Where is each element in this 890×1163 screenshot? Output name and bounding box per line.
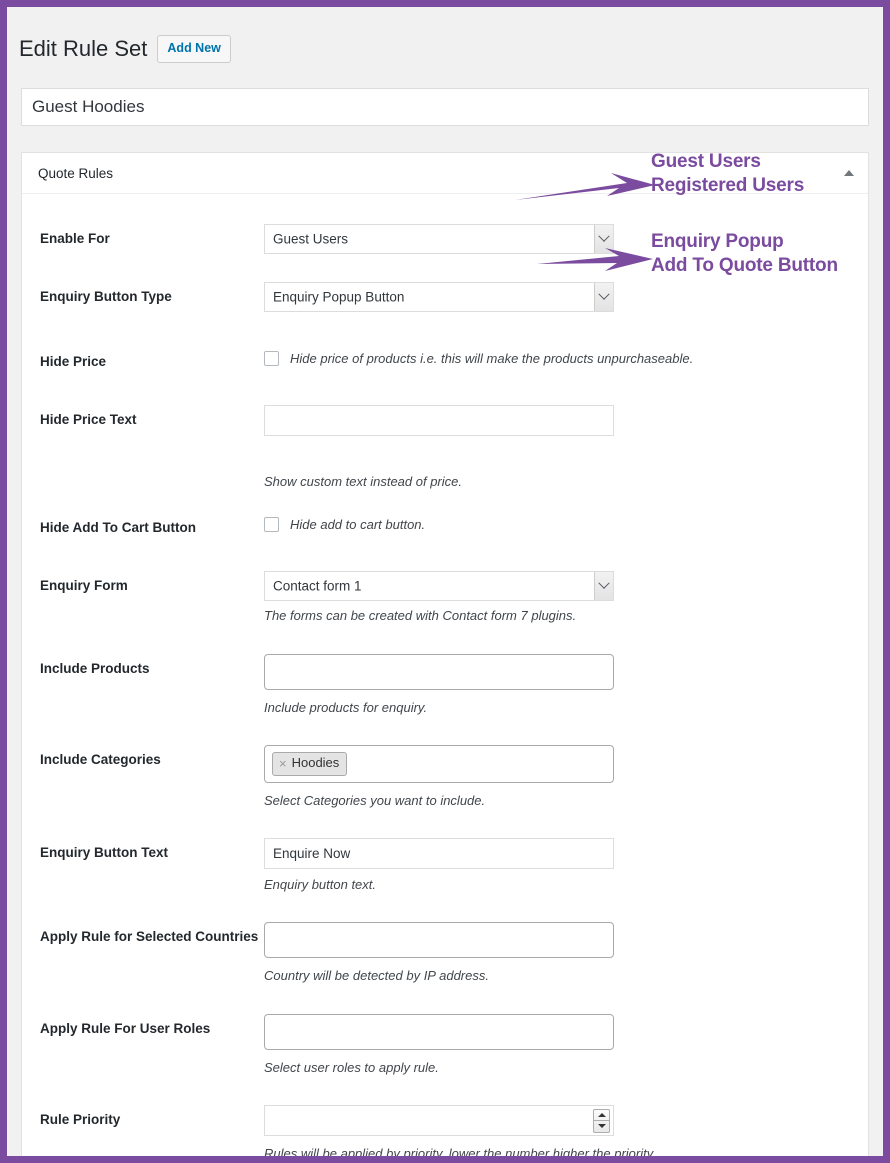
field-row-enable-for: Enable For Guest Users [22, 202, 868, 255]
chevron-down-icon[interactable] [594, 572, 613, 601]
token-field-include-categories[interactable]: × Hoodies [264, 745, 614, 784]
field-row-enquiry-button-text: Enquiry Button Text Enquiry button text. [22, 811, 868, 895]
checkbox-label-hide-add-to-cart: Hide add to cart button. [290, 517, 426, 533]
metabox-title: Quote Rules [38, 165, 114, 181]
page-header: Edit Rule Set Add New [7, 7, 883, 84]
checkbox-label-hide-price: Hide price of products i.e. this will ma… [290, 351, 694, 367]
label-hide-price-text: Hide Price Text [40, 411, 137, 427]
chevron-down-icon[interactable] [594, 225, 613, 254]
control-hide-price: Hide price of products i.e. this will ma… [264, 347, 850, 367]
rule-set-title-input[interactable] [21, 88, 869, 127]
select-enquiry-button-type[interactable]: Enquiry Popup Button [264, 282, 614, 313]
select-enable-for[interactable]: Guest Users [264, 224, 614, 255]
field-row-include-products: Include Products Include products for en… [22, 626, 868, 718]
field-row-enquiry-form: Enquiry Form Contact form 1 The forms ca… [22, 539, 868, 626]
control-countries: Country will be detected by IP address. [264, 922, 850, 986]
label-countries: Apply Rule for Selected Countries [40, 929, 259, 945]
control-enquiry-button-text: Enquiry button text. [264, 837, 850, 895]
label-hide-add-to-cart: Hide Add To Cart Button [40, 520, 196, 536]
select-enquiry-button-type-value: Enquiry Popup Button [273, 289, 405, 305]
select-enquiry-form-value: Contact form 1 [273, 578, 362, 594]
add-new-button[interactable]: Add New [157, 35, 231, 63]
select-enquiry-form[interactable]: Contact form 1 [264, 571, 614, 602]
admin-page: Edit Rule Set Add New Quote Rules Enable… [7, 7, 883, 1156]
title-input-wrapper [7, 84, 883, 127]
label-enquiry-button-type: Enquiry Button Type [40, 289, 172, 305]
quote-rules-metabox: Quote Rules Enable For Guest Users Enqui… [21, 152, 869, 1162]
select-enable-for-value: Guest Users [273, 231, 349, 247]
label-enquiry-button-text: Enquiry Button Text [40, 844, 168, 860]
number-input-wrapper [264, 1105, 614, 1137]
control-enquiry-button-type: Enquiry Popup Button [264, 282, 850, 313]
control-include-categories: × Hoodies Select Categories you want to … [264, 745, 850, 811]
triangle-up-icon[interactable] [844, 170, 854, 177]
field-row-rule-priority: Rule Priority Rules will be applied by p… [22, 1077, 868, 1162]
token-item[interactable]: × Hoodies [272, 752, 348, 777]
desc-include-products: Include products for enquiry. [264, 699, 428, 715]
desc-hide-price-text: Show custom text instead of price. [264, 473, 462, 489]
control-user-roles: Select user roles to apply rule. [264, 1013, 850, 1078]
checkbox-hide-price[interactable] [264, 351, 279, 367]
stepper-down-icon[interactable] [594, 1121, 609, 1132]
input-rule-priority[interactable] [264, 1105, 614, 1137]
desc-user-roles: Select user roles to apply rule. [264, 1059, 439, 1075]
label-enable-for: Enable For [40, 231, 110, 247]
control-enquiry-form: Contact form 1 The forms can be created … [264, 571, 850, 626]
desc-enquiry-form: The forms can be created with Contact fo… [264, 608, 577, 624]
input-enquiry-button-text[interactable] [264, 837, 614, 869]
field-row-hide-price: Hide Price Hide price of products i.e. t… [22, 312, 868, 373]
metabox-body: Enable For Guest Users Enquiry Button Ty… [22, 194, 868, 1162]
number-stepper[interactable] [593, 1108, 610, 1133]
input-hide-price-text[interactable] [264, 404, 614, 436]
desc-countries: Country will be detected by IP address. [264, 968, 489, 984]
close-icon[interactable]: × [279, 757, 287, 770]
input-include-products[interactable] [264, 653, 614, 690]
field-row-countries: Apply Rule for Selected Countries Countr… [22, 894, 868, 986]
checkbox-hide-add-to-cart[interactable] [264, 517, 279, 533]
page-title: Edit Rule Set [19, 35, 148, 61]
field-row-hide-price-text: Hide Price Text Show custom text instead… [22, 373, 868, 492]
desc-enquiry-button-text: Enquiry button text. [264, 876, 377, 892]
label-user-roles: Apply Rule For User Roles [40, 1020, 211, 1036]
label-enquiry-form: Enquiry Form [40, 578, 128, 594]
field-row-user-roles: Apply Rule For User Roles Select user ro… [22, 986, 868, 1078]
field-row-include-categories: Include Categories × Hoodies Select Cate… [22, 717, 868, 811]
chevron-down-icon[interactable] [594, 283, 613, 312]
input-countries[interactable] [264, 922, 614, 959]
label-include-products: Include Products [40, 660, 150, 676]
control-hide-add-to-cart: Hide add to cart button. [264, 513, 850, 533]
field-row-hide-add-to-cart: Hide Add To Cart Button Hide add to cart… [22, 491, 868, 539]
control-include-products: Include products for enquiry. [264, 653, 850, 718]
checkbox-line-hide-price: Hide price of products i.e. this will ma… [264, 347, 850, 367]
label-rule-priority: Rule Priority [40, 1112, 121, 1128]
browser-frame: Edit Rule Set Add New Quote Rules Enable… [0, 0, 890, 1163]
stepper-up-icon[interactable] [594, 1110, 609, 1121]
token-label: Hoodies [291, 755, 340, 771]
input-user-roles[interactable] [264, 1013, 614, 1050]
field-row-enquiry-button-type: Enquiry Button Type Enquiry Popup Button [22, 254, 868, 313]
metabox-header[interactable]: Quote Rules [22, 153, 868, 195]
label-hide-price: Hide Price [40, 354, 107, 370]
desc-rule-priority: Rules will be applied by priority, lower… [264, 1146, 656, 1162]
checkbox-line-hide-add-to-cart: Hide add to cart button. [264, 513, 850, 533]
label-include-categories: Include Categories [40, 752, 161, 768]
control-hide-price-text: Show custom text instead of price. [264, 404, 850, 492]
control-enable-for: Guest Users [264, 224, 850, 255]
desc-include-categories: Select Categories you want to include. [264, 793, 486, 809]
control-rule-priority: Rules will be applied by priority, lower… [264, 1105, 850, 1162]
